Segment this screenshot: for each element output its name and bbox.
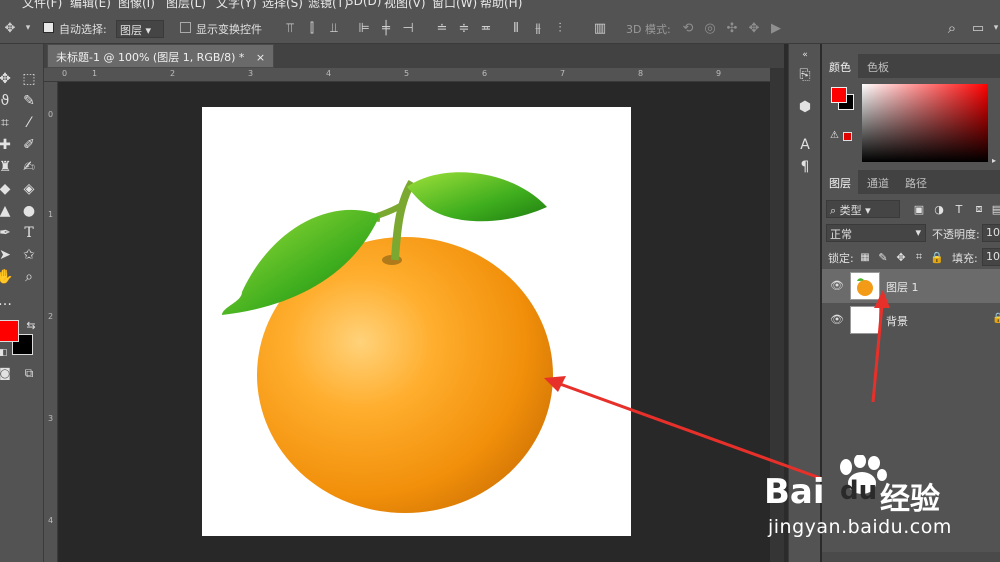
watermark-url: jingyan.baidu.com (768, 516, 952, 538)
baidu-watermark: Bai du 经验 jingyan.baidu.com (760, 450, 1000, 545)
arrow-head-icon (874, 290, 890, 308)
arrow-to-layer (871, 304, 884, 403)
brand-text-jingyan: 经验 (880, 482, 940, 517)
brand-text-bai: Bai (764, 472, 825, 512)
brand-text-du: du (840, 476, 878, 506)
